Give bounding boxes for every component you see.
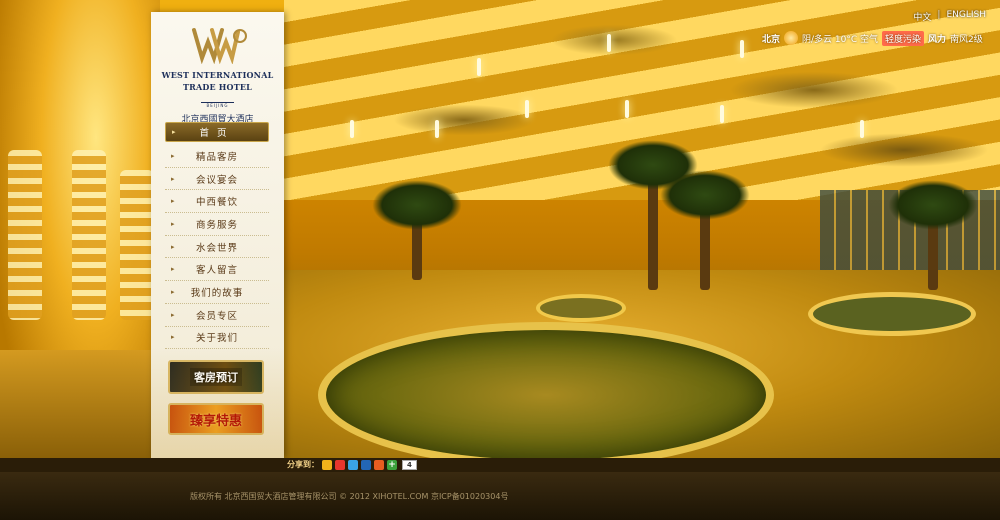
decor-pillar: [120, 170, 154, 320]
lang-chinese-link[interactable]: 中文: [913, 10, 931, 23]
lang-english-link[interactable]: ENGLISH: [946, 10, 986, 23]
decor-pillar: [72, 150, 106, 320]
weather-widget: 北京 阴/多云 10°C 空气 轻度污染 风力 南风2级: [762, 30, 983, 46]
special-offer-label: 臻享特惠: [189, 413, 242, 429]
palm-tree: [608, 140, 698, 290]
cloudy-weather-icon: [784, 31, 799, 45]
decor-pillar: [8, 150, 42, 320]
nav-item-guestbook[interactable]: 客人留言: [165, 258, 269, 282]
ceiling-lamp: [860, 120, 864, 138]
hotel-logo[interactable]: WEST INTERNATIONAL TRADE HOTEL BEIJING 北…: [151, 24, 284, 125]
palm-tree: [660, 170, 750, 290]
nav-item-spa[interactable]: 水会世界: [165, 236, 269, 259]
more-icon[interactable]: +: [387, 459, 397, 470]
ceiling-lamp: [740, 40, 744, 58]
pool-small: [536, 294, 626, 322]
wind-value: 南风2级: [950, 34, 983, 45]
nav-item-meetings[interactable]: 会议宴会: [165, 168, 269, 191]
logo-city: BEIJING: [200, 102, 235, 108]
share-widget: 分享到： + 4: [287, 459, 417, 470]
special-offer-banner[interactable]: 臻享特惠: [168, 403, 264, 435]
ceiling-lamp: [477, 58, 481, 76]
room-booking-banner[interactable]: 客房预订: [168, 360, 264, 394]
pool-main: [318, 322, 774, 458]
sina-weibo-icon[interactable]: [335, 459, 345, 470]
background-left-decor: [0, 0, 160, 458]
share-label: 分享到：: [287, 460, 319, 469]
ceiling-lamp: [625, 100, 629, 118]
lang-separator: |: [937, 10, 941, 20]
ceiling-lamp: [525, 100, 529, 118]
room-booking-label: 客房预订: [190, 368, 242, 386]
logo-english-line1: WEST INTERNATIONAL: [161, 70, 274, 80]
kaixin-icon[interactable]: [374, 459, 384, 470]
renren-icon[interactable]: [361, 459, 371, 470]
air-quality-badge: 轻度污染: [882, 30, 925, 46]
nav-item-rooms[interactable]: 精品客房: [165, 145, 269, 168]
nav-panel: WEST INTERNATIONAL TRADE HOTEL BEIJING 北…: [151, 12, 284, 458]
ceiling-lamp: [435, 120, 439, 138]
hotel-logo-mark-icon: [191, 28, 247, 65]
nav-item-business[interactable]: 商务服务: [165, 213, 269, 236]
palm-tree: [372, 180, 462, 280]
ceiling-lamp: [350, 120, 354, 138]
palm-tree: [888, 180, 978, 290]
pool-right: [808, 292, 976, 336]
share-bar: [0, 458, 1000, 472]
ceiling-lamp: [720, 105, 724, 123]
weather-condition: 阴/多云 10°C 空气: [802, 34, 879, 45]
nav-item-about[interactable]: 关于我们: [165, 327, 269, 350]
share-count: 4: [402, 459, 417, 470]
background-photo: [0, 0, 1000, 458]
tencent-weibo-icon[interactable]: [348, 459, 358, 470]
ceiling-lamp: [607, 34, 611, 52]
logo-english-line2: TRADE HOTEL: [182, 82, 253, 92]
decor-floor: [0, 350, 160, 458]
nav-item-story[interactable]: 我们的故事: [165, 281, 269, 304]
wind-label: 风力: [928, 34, 947, 45]
qzone-icon[interactable]: [322, 459, 332, 470]
nav-item-members[interactable]: 会员专区: [165, 304, 269, 327]
footer: 版权所有 北京西国贸大酒店管理有限公司 © 2012 XIHOTEL.COM 京…: [0, 472, 1000, 520]
nav-item-home[interactable]: 首页: [165, 122, 269, 142]
weather-city: 北京: [762, 34, 781, 45]
nav-item-dining[interactable]: 中西餐饮: [165, 190, 269, 214]
footer-copyright: 版权所有 北京西国贸大酒店管理有限公司 © 2012 XIHOTEL.COM 京…: [190, 492, 509, 501]
language-switcher: 中文 | ENGLISH: [913, 10, 986, 23]
main-nav: 首页 精品客房 会议宴会 中西餐饮 商务服务 水会世界 客人留言 我们的故事 会…: [165, 122, 269, 350]
